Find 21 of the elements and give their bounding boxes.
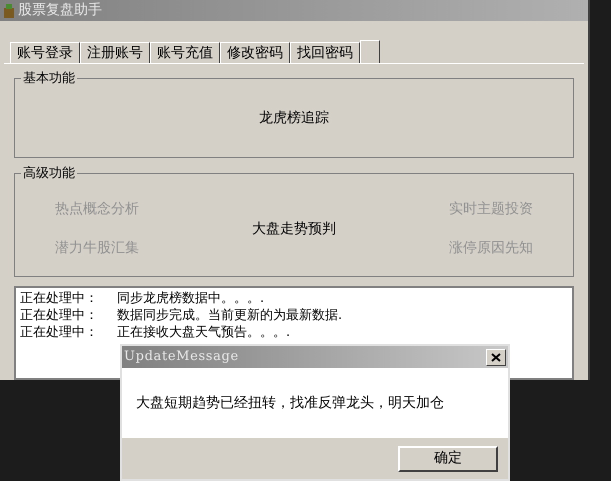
tab[interactable]: 账号充值 [150,42,220,63]
ok-button[interactable]: 确定 [398,446,498,472]
window-title: 股票复盘助手 [18,1,102,20]
tab[interactable]: 找回密码 [290,42,360,63]
function-button[interactable]: 龙虎榜追踪 [259,108,329,128]
tab[interactable] [360,40,380,64]
log-message: 正在接收大盘天气预告。。。. [117,324,290,341]
app-icon [4,4,14,18]
log-label: 正在处理中： [20,324,99,341]
close-icon [491,352,501,362]
tab[interactable]: 账号登录 [10,42,80,63]
log-label: 正在处理中： [20,290,99,307]
dialog-title: UpdateMessage [124,348,239,366]
close-button[interactable] [486,348,506,366]
log-message: 数据同步完成。当前更新的为最新数据. [117,307,342,324]
dialog-message: 大盘短期趋势已经扭转，找准反弹龙头，明天加仓 [136,394,444,412]
log-label: 正在处理中： [20,307,99,324]
log-message: 同步龙虎榜数据中。。。. [117,290,264,307]
function-button[interactable]: 大盘走势预判 [252,218,336,240]
tab[interactable]: 注册账号 [80,42,150,63]
tab[interactable]: 修改密码 [220,42,290,63]
